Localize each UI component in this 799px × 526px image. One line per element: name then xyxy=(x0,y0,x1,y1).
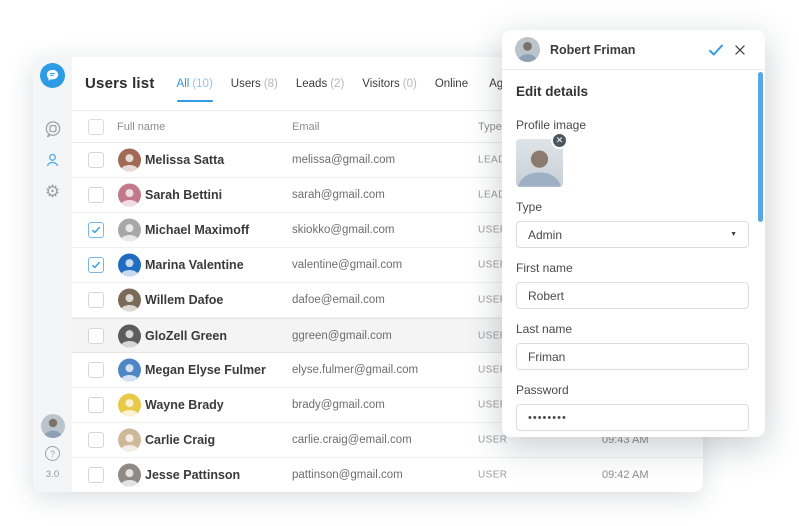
avatar xyxy=(118,289,141,312)
user-name: Megan Elyse Fulmer xyxy=(145,363,266,377)
avatar xyxy=(118,184,141,207)
modal-user-avatar xyxy=(515,37,540,62)
close-icon[interactable] xyxy=(728,38,752,62)
row-checkbox[interactable] xyxy=(88,222,104,238)
first-name-field[interactable]: Robert xyxy=(516,282,749,309)
select-all-checkbox[interactable] xyxy=(88,119,104,135)
user-time: 09:42 AM xyxy=(602,469,648,481)
row-checkbox[interactable] xyxy=(88,187,104,203)
user-email: valentine@gmail.com xyxy=(292,259,402,271)
type-select-value: Admin xyxy=(528,228,562,242)
avatar xyxy=(118,359,141,382)
tab-online[interactable]: Online xyxy=(435,57,471,110)
tab-users[interactable]: Users (8) xyxy=(231,57,278,110)
row-checkbox[interactable] xyxy=(88,328,104,344)
avatar xyxy=(118,219,141,242)
tab-all[interactable]: All (10) xyxy=(177,57,213,110)
avatar xyxy=(118,149,141,172)
password-field[interactable]: •••••••• xyxy=(516,404,749,431)
type-select[interactable]: Admin ▼ xyxy=(516,221,749,248)
user-name: Michael Maximoff xyxy=(145,223,249,237)
type-label: Type xyxy=(516,200,749,214)
user-email: ggreen@gmail.com xyxy=(292,330,392,342)
section-title: Edit details xyxy=(516,84,749,99)
user-name: Jesse Pattinson xyxy=(145,468,240,482)
screen: ⚙ ? 3.0 Users list All (10) Users (8) Le… xyxy=(0,0,799,526)
modal-scrollbar[interactable] xyxy=(758,72,763,222)
modal-body: Edit details Profile image ✕ Type Admin … xyxy=(502,70,765,431)
remove-image-button[interactable]: ✕ xyxy=(551,132,568,149)
app-logo-chat-icon xyxy=(40,63,65,88)
user-email: carlie.craig@email.com xyxy=(292,434,412,446)
password-label: Password xyxy=(516,383,749,397)
user-email: sarah@gmail.com xyxy=(292,189,385,201)
user-email: elyse.fulmer@gmail.com xyxy=(292,364,418,376)
row-checkbox[interactable] xyxy=(88,257,104,273)
tab-leads[interactable]: Leads (2) xyxy=(296,57,344,110)
sidebar-user-avatar[interactable] xyxy=(41,414,65,438)
first-name-label: First name xyxy=(516,261,749,275)
sidebar-item-conversations[interactable] xyxy=(42,118,64,140)
user-name: Sarah Bettini xyxy=(145,188,222,202)
user-email: dafoe@email.com xyxy=(292,294,385,306)
user-type: USER xyxy=(478,435,507,446)
user-email: skiokko@gmail.com xyxy=(292,224,394,236)
user-name: Willem Dafoe xyxy=(145,293,223,307)
sidebar-item-settings[interactable]: ⚙ xyxy=(42,180,64,202)
row-checkbox[interactable] xyxy=(88,152,104,168)
sidebar: ⚙ ? 3.0 xyxy=(33,57,72,492)
version-label: 3.0 xyxy=(46,469,59,480)
column-header-email: Email xyxy=(292,121,320,133)
page-title: Users list xyxy=(85,75,155,92)
sidebar-item-users[interactable] xyxy=(42,149,64,171)
user-email: melissa@gmail.com xyxy=(292,154,395,166)
last-name-field[interactable]: Friman xyxy=(516,343,749,370)
user-name: Melissa Satta xyxy=(145,153,224,167)
user-type: USER xyxy=(478,470,507,481)
row-checkbox[interactable] xyxy=(88,362,104,378)
edit-user-modal: Robert Friman Edit details Profile image… xyxy=(502,30,765,437)
confirm-check-icon[interactable] xyxy=(704,38,728,62)
avatar xyxy=(118,464,141,487)
avatar xyxy=(118,324,141,347)
column-header-type: Type xyxy=(478,121,502,133)
user-name: Marina Valentine xyxy=(145,258,244,272)
row-checkbox[interactable] xyxy=(88,397,104,413)
avatar xyxy=(118,429,141,452)
profile-image-label: Profile image xyxy=(516,118,749,132)
help-icon[interactable]: ? xyxy=(45,446,60,461)
user-name: GloZell Green xyxy=(145,329,227,343)
column-header-full-name: Full name xyxy=(117,121,165,133)
chevron-down-icon: ▼ xyxy=(730,231,737,238)
row-checkbox[interactable] xyxy=(88,467,104,483)
avatar xyxy=(118,394,141,417)
user-email: pattinson@gmail.com xyxy=(292,469,403,481)
modal-header: Robert Friman xyxy=(502,30,765,70)
user-name: Wayne Brady xyxy=(145,398,224,412)
row-checkbox[interactable] xyxy=(88,292,104,308)
user-email: brady@gmail.com xyxy=(292,399,385,411)
last-name-label: Last name xyxy=(516,322,749,336)
tab-visitors[interactable]: Visitors (0) xyxy=(362,57,417,110)
user-name: Carlie Craig xyxy=(145,433,215,447)
avatar xyxy=(118,254,141,277)
modal-title: Robert Friman xyxy=(550,43,704,57)
table-row[interactable]: Jesse Pattinson pattinson@gmail.com USER… xyxy=(72,458,703,492)
row-checkbox[interactable] xyxy=(88,432,104,448)
